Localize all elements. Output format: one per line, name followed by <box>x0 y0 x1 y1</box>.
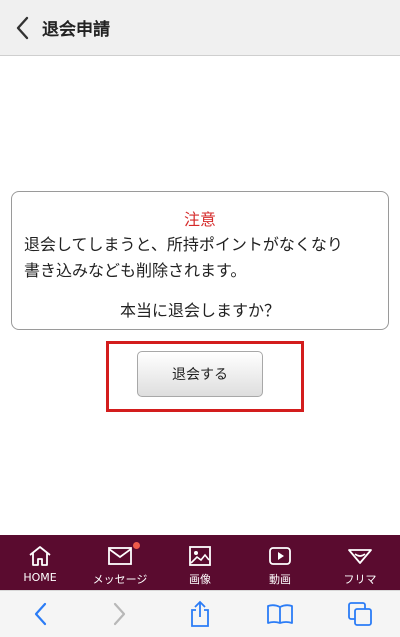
notice-message: 退会してしまうと、所持ポイントがなくなり 書き込みなども削除されます。 <box>24 235 343 280</box>
ribbon-icon <box>348 549 372 564</box>
browser-back-button[interactable] <box>20 594 60 634</box>
app-header: 退会申請 <box>0 0 400 56</box>
mail-icon <box>108 547 132 565</box>
browser-share-button[interactable] <box>180 594 220 634</box>
browser-forward-button[interactable] <box>100 594 140 634</box>
page-title: 退会申請 <box>42 20 110 40</box>
tab-label-images: 画像 <box>189 573 211 586</box>
bookmarks-icon <box>267 604 293 624</box>
tab-bar: HOME メッセージ 画像 動画 フリマ <box>0 535 400 590</box>
browser-tabs-button[interactable] <box>340 594 380 634</box>
tab-home[interactable]: HOME <box>0 535 80 590</box>
notice-title: 注意 <box>183 210 216 229</box>
tab-messages[interactable]: メッセージ <box>80 535 160 590</box>
notice-question: 本当に退会しますか？ <box>119 301 280 320</box>
tabs-icon <box>348 602 372 626</box>
home-icon <box>29 546 51 566</box>
tab-flea-market[interactable]: フリマ <box>320 535 400 590</box>
tab-label-home: HOME <box>23 571 57 584</box>
notification-badge <box>132 541 141 550</box>
tab-videos[interactable]: 動画 <box>240 535 320 590</box>
back-button[interactable] <box>4 0 40 56</box>
tab-images[interactable]: 画像 <box>160 535 240 590</box>
notice-box: 注意 退会してしまうと、所持ポイントがなくなり 書き込みなども削除されます。 本… <box>11 191 389 330</box>
chevron-left-icon <box>16 16 29 39</box>
forward-icon <box>113 602 126 626</box>
browser-toolbar <box>0 590 400 637</box>
browser-bookmarks-button[interactable] <box>260 594 300 634</box>
back-icon <box>34 602 47 626</box>
image-icon <box>189 546 211 566</box>
tab-label-flea-market: フリマ <box>343 573 377 586</box>
share-icon <box>191 600 209 627</box>
withdraw-button[interactable]: 退会する <box>137 351 263 397</box>
tab-label-videos: 動画 <box>269 573 291 586</box>
play-icon <box>269 547 291 565</box>
tab-label-messages: メッセージ <box>92 573 148 586</box>
